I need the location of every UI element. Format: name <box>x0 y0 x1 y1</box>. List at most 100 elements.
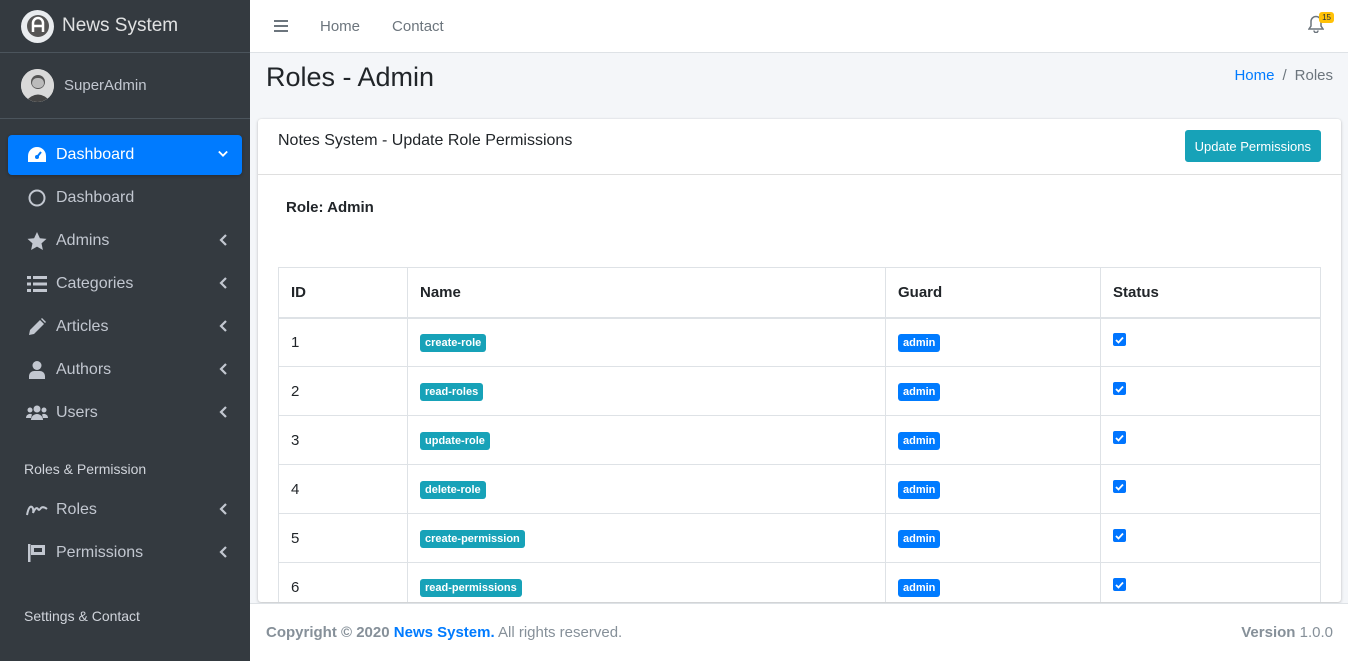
cell-status <box>1100 464 1321 514</box>
cell-status <box>1100 562 1321 602</box>
version-label: Version <box>1241 624 1296 641</box>
menu-toggle-icon[interactable] <box>274 17 288 35</box>
status-checkbox[interactable] <box>1113 431 1126 445</box>
permissions-card: Notes System - Update Role Permissions U… <box>258 119 1341 602</box>
table-row: 1 create-role admin <box>278 317 1321 367</box>
sidebar-item-label: Dashboard <box>56 146 135 163</box>
brand-name: News System <box>62 15 179 36</box>
user-icon <box>26 359 48 381</box>
footer: Copyright © 2020 News System. All rights… <box>250 603 1348 661</box>
footer-version: Version 1.0.0 <box>1241 624 1333 641</box>
nav-link-contact[interactable]: Contact <box>392 18 444 35</box>
sidebar-item-label: Permissions <box>56 544 144 561</box>
cell-name: create-permission <box>407 513 886 563</box>
tachometer-icon <box>26 144 48 166</box>
nav-header-roles: Roles & Permission <box>24 461 147 477</box>
guard-badge: admin <box>898 578 941 597</box>
permission-badge: create-permission <box>420 529 525 548</box>
table-row: 6 read-permissions admin <box>278 562 1321 602</box>
list-icon <box>26 273 48 295</box>
column-header-id: ID <box>278 267 408 319</box>
pencil-icon <box>26 316 48 338</box>
guard-badge: admin <box>898 333 941 352</box>
footer-brand-link[interactable]: News System. <box>394 624 495 641</box>
brand-link[interactable]: News System <box>0 0 250 53</box>
status-checkbox[interactable] <box>1113 333 1126 347</box>
role-label: Role: Admin <box>286 199 374 216</box>
nav-link-home[interactable]: Home <box>320 18 360 35</box>
column-header-guard: Guard <box>885 267 1101 319</box>
cell-name: read-roles <box>407 366 886 416</box>
chevron-left-icon <box>218 362 228 376</box>
guard-badge: admin <box>898 480 941 499</box>
footer-copyright: Copyright © 2020 News System. All rights… <box>266 624 622 641</box>
sidebar-item-roles[interactable]: Roles <box>8 490 242 530</box>
notifications-button[interactable]: 15 <box>1307 12 1334 35</box>
chevron-down-icon <box>218 147 228 161</box>
sidebar-item-users[interactable]: Users <box>8 393 242 433</box>
sidebar-item-categories[interactable]: Categories <box>8 264 242 304</box>
sidebar-item-authors[interactable]: Authors <box>8 350 242 390</box>
cell-id: 2 <box>278 366 408 416</box>
cell-name: create-role <box>407 317 886 367</box>
cell-status <box>1100 513 1321 563</box>
table-row: 5 create-permission admin <box>278 513 1321 563</box>
permission-badge: read-permissions <box>420 578 522 597</box>
copyright-text: Copyright © 2020 <box>266 624 390 641</box>
status-checkbox[interactable] <box>1113 480 1126 494</box>
sidebar-item-dashboard-menu[interactable]: Dashboard <box>8 135 242 175</box>
cell-id: 6 <box>278 562 408 602</box>
sidebar-item-dashboard[interactable]: Dashboard <box>8 178 242 218</box>
sidebar-item-label: Admins <box>56 232 110 249</box>
star-icon <box>26 230 48 252</box>
circle-icon <box>26 187 48 209</box>
status-checkbox[interactable] <box>1113 529 1126 543</box>
guard-badge: admin <box>898 431 941 450</box>
table-row: 4 delete-role admin <box>278 464 1321 514</box>
column-header-name: Name <box>407 267 886 319</box>
table-row: 3 update-role admin <box>278 415 1321 465</box>
permission-badge: update-role <box>420 431 490 450</box>
card-header: Notes System - Update Role Permissions U… <box>258 119 1341 175</box>
cell-id: 5 <box>278 513 408 563</box>
cell-guard: admin <box>885 464 1101 514</box>
version-number: 1.0.0 <box>1299 624 1333 641</box>
update-permissions-button[interactable]: Update Permissions <box>1184 130 1321 162</box>
status-checkbox[interactable] <box>1113 382 1126 396</box>
user-panel[interactable]: SuperAdmin <box>0 53 250 119</box>
sidebar-item-articles[interactable]: Articles <box>8 307 242 347</box>
sidebar-item-admins[interactable]: Admins <box>8 221 242 261</box>
cell-id: 4 <box>278 464 408 514</box>
chevron-left-icon <box>218 405 228 419</box>
sidebar-item-label: Roles <box>56 501 97 518</box>
breadcrumb: Home / Roles <box>1234 67 1333 84</box>
cell-guard: admin <box>885 415 1101 465</box>
sidebar-item-label: Articles <box>56 318 109 335</box>
chevron-left-icon <box>218 233 228 247</box>
permission-badge: create-role <box>420 333 487 352</box>
page-title: Roles - Admin <box>266 62 435 92</box>
cell-name: update-role <box>407 415 886 465</box>
chevron-left-icon <box>218 319 228 333</box>
cell-name: read-permissions <box>407 562 886 602</box>
cell-guard: admin <box>885 317 1101 367</box>
rights-text: All rights reserved. <box>498 624 623 641</box>
status-checkbox[interactable] <box>1113 578 1126 592</box>
chevron-left-icon <box>218 502 228 516</box>
table-row: 2 read-roles admin <box>278 366 1321 416</box>
cell-status <box>1100 317 1321 367</box>
guard-badge: admin <box>898 529 941 548</box>
sidebar-item-permissions[interactable]: Permissions <box>8 533 242 573</box>
chevron-left-icon <box>218 545 228 559</box>
sidebar-item-label: Categories <box>56 275 134 292</box>
card-title: Notes System - Update Role Permissions <box>278 132 573 149</box>
permission-badge: delete-role <box>420 480 486 499</box>
content-header: Roles - Admin Home / Roles <box>250 53 1348 119</box>
cell-id: 3 <box>278 415 408 465</box>
brand-logo <box>21 9 54 43</box>
signature-icon <box>26 499 48 521</box>
breadcrumb-home[interactable]: Home <box>1234 67 1274 84</box>
user-name: SuperAdmin <box>64 77 147 94</box>
sidebar-item-label: Users <box>56 404 98 421</box>
chevron-left-icon <box>218 276 228 290</box>
